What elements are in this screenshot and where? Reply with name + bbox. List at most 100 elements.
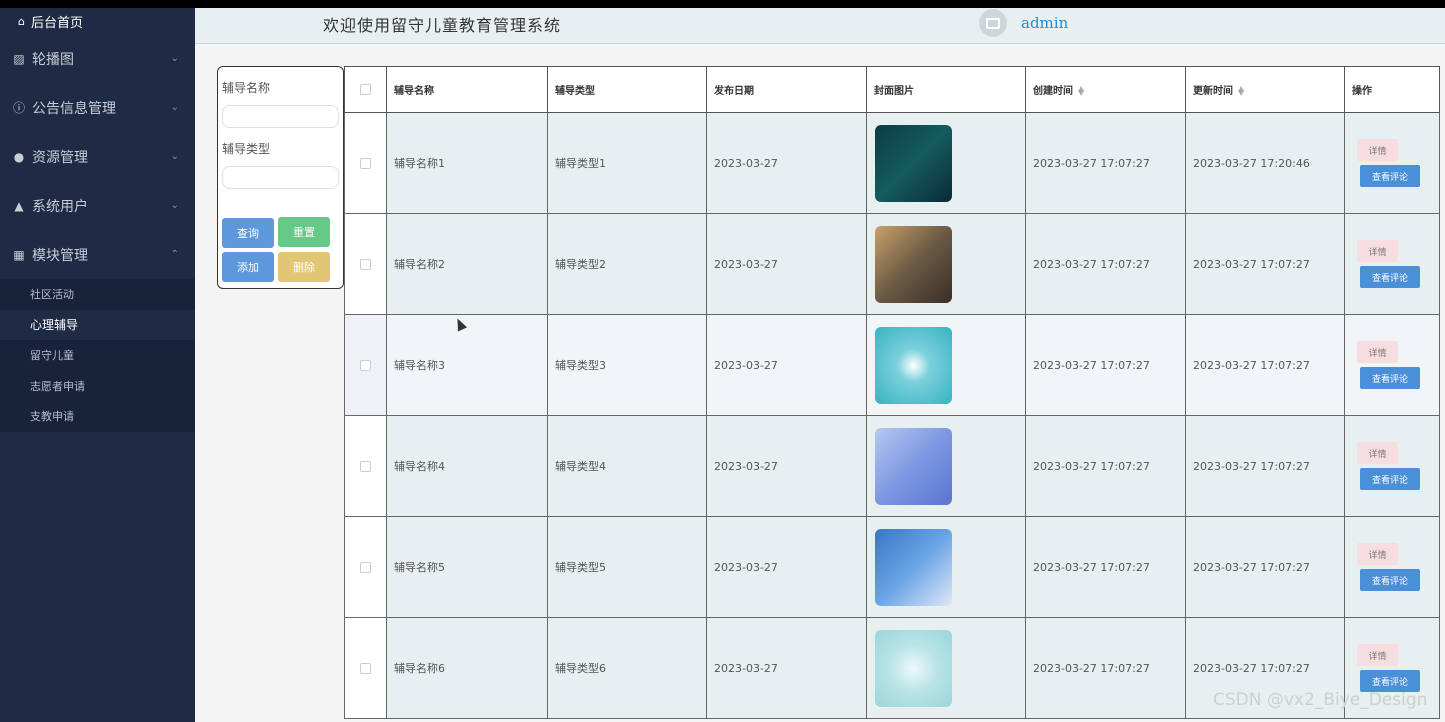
cell-name: 辅导名称5 (386, 516, 548, 618)
cover-image[interactable] (875, 629, 952, 707)
cover-image[interactable] (875, 124, 952, 202)
reset-button[interactable]: 重置 (278, 217, 330, 247)
detail-button[interactable]: 详情 (1357, 543, 1398, 565)
cell-type: 辅导类型4 (547, 415, 707, 517)
sidebar-item-children[interactable]: 留守儿童 (0, 340, 195, 371)
cover-image[interactable] (875, 427, 952, 505)
cell-ops: 详情 查看评论 (1344, 213, 1440, 315)
cover-image[interactable] (875, 528, 952, 606)
view-comments-button[interactable]: 查看评论 (1360, 468, 1420, 490)
cell-ops: 详情 查看评论 (1344, 516, 1440, 618)
row-select-cell (344, 213, 387, 315)
sort-icon[interactable]: ▲ ▼ (1238, 85, 1244, 97)
chevron-down-icon: ⌄ (170, 53, 179, 64)
cell-image (866, 314, 1026, 416)
row-checkbox[interactable] (360, 360, 371, 371)
table-row: 辅导名称4 辅导类型4 2023-03-27 2023-03-27 17:07:27 2… (344, 415, 1440, 517)
cell-updated: 2023-03-27 17:07:27 (1185, 516, 1345, 618)
cell-date: 2023-03-27 (706, 112, 867, 214)
type-filter-input[interactable] (222, 166, 339, 189)
cell-updated: 2023-03-27 17:07:27 (1185, 415, 1345, 517)
cell-created: 2023-03-27 17:07:27 (1025, 516, 1186, 618)
cell-date: 2023-03-27 (706, 516, 867, 618)
cell-created: 2023-03-27 17:07:27 (1025, 213, 1186, 315)
view-comments-button[interactable]: 查看评论 (1360, 569, 1420, 591)
cell-image (866, 617, 1026, 719)
cell-ops: 详情 查看评论 (1344, 112, 1440, 214)
grid-icon: ▦ (13, 247, 25, 262)
username[interactable]: admin (1021, 14, 1068, 32)
name-filter-label: 辅导名称 (222, 81, 271, 95)
sidebar-menu-notice[interactable]: ⓘ 公告信息管理 ⌄ (0, 83, 195, 132)
sidebar-menu-label: 公告信息管理 (32, 100, 116, 117)
sidebar-menu-resource[interactable]: ● 资源管理 ⌄ (0, 132, 195, 181)
name-filter-input[interactable] (222, 105, 339, 128)
cell-date: 2023-03-27 (706, 617, 867, 719)
view-comments-button[interactable]: 查看评论 (1360, 266, 1420, 288)
view-comments-button[interactable]: 查看评论 (1360, 367, 1420, 389)
sidebar-item-volunteer[interactable]: 志愿者申请 (0, 371, 195, 402)
avatar[interactable] (979, 9, 1007, 37)
row-checkbox[interactable] (360, 663, 371, 674)
cell-type: 辅导类型3 (547, 314, 707, 416)
cell-name: 辅导名称2 (386, 213, 548, 315)
col-header-updated[interactable]: 更新时间 ▲ ▼ (1185, 66, 1345, 113)
detail-button[interactable]: 详情 (1357, 644, 1398, 666)
data-table: 辅导名称 辅导类型 发布日期 封面图片 创建时间 ▲ ▼ 更新时间 ▲ ▼ 操作 辅导名… (344, 66, 1440, 719)
cell-updated: 2023-03-27 17:07:27 (1185, 213, 1345, 315)
sidebar-menu-label: 轮播图 (32, 51, 74, 68)
row-select-cell (344, 516, 387, 618)
chevron-down-icon: ⌄ (170, 102, 179, 113)
view-comments-button[interactable]: 查看评论 (1360, 670, 1420, 692)
col-header-created[interactable]: 创建时间 ▲ ▼ (1025, 66, 1186, 113)
sort-icon[interactable]: ▲ ▼ (1078, 85, 1084, 97)
cell-created: 2023-03-27 17:07:27 (1025, 314, 1186, 416)
sidebar-item-counseling[interactable]: 心理辅导 (0, 309, 195, 340)
cell-ops: 详情 查看评论 (1344, 415, 1440, 517)
sidebar-menu-users[interactable]: ▲ 系统用户 ⌄ (0, 181, 195, 230)
cell-image (866, 415, 1026, 517)
table-row: 辅导名称2 辅导类型2 2023-03-27 2023-03-27 17:07:27 2… (344, 213, 1440, 315)
cell-image (866, 112, 1026, 214)
page-title: 欢迎使用留守儿童教育管理系统 (323, 16, 562, 35)
cover-image[interactable] (875, 225, 952, 303)
sidebar-item-teaching[interactable]: 支教申请 (0, 401, 195, 432)
cell-image (866, 516, 1026, 618)
row-checkbox[interactable] (360, 562, 371, 573)
delete-button[interactable]: 删除 (278, 252, 330, 282)
sidebar-home[interactable]: ⌂ 后台首页 (0, 8, 195, 34)
row-checkbox[interactable] (360, 158, 371, 169)
sidebar-menu-carousel[interactable]: ▨ 轮播图 ⌄ (0, 34, 195, 83)
col-header-ops: 操作 (1344, 66, 1440, 113)
cell-name: 辅导名称1 (386, 112, 548, 214)
cell-type: 辅导类型5 (547, 516, 707, 618)
chevron-down-icon: ⌄ (170, 151, 179, 162)
sidebar-item-community[interactable]: 社区活动 (0, 279, 195, 310)
detail-button[interactable]: 详情 (1357, 139, 1398, 161)
location-pin-icon: ● (13, 149, 25, 164)
main-content: 辅导名称 辅导类型 查询 重置 添加 删除 辅导名称 辅导类型 发布日期 封面图… (201, 45, 1445, 722)
query-button[interactable]: 查询 (222, 218, 274, 248)
col-header-image: 封面图片 (866, 66, 1026, 113)
add-button[interactable]: 添加 (222, 252, 274, 282)
cell-type: 辅导类型2 (547, 213, 707, 315)
detail-button[interactable]: 详情 (1357, 442, 1398, 464)
row-checkbox[interactable] (360, 259, 371, 270)
select-all-checkbox[interactable] (360, 83, 371, 95)
row-select-cell (344, 415, 387, 517)
detail-button[interactable]: 详情 (1357, 240, 1398, 262)
cell-name: 辅导名称3 (386, 314, 548, 416)
cell-updated: 2023-03-27 17:20:46 (1185, 112, 1345, 214)
row-select-cell (344, 112, 387, 214)
col-header-name: 辅导名称 (386, 66, 548, 113)
cell-name: 辅导名称6 (386, 617, 548, 719)
col-header-updated-label: 更新时间 (1193, 86, 1233, 97)
sidebar-menu-label: 资源管理 (32, 149, 88, 166)
cover-image[interactable] (875, 326, 952, 404)
detail-button[interactable]: 详情 (1357, 341, 1398, 363)
sidebar-menu-modules[interactable]: ▦ 模块管理 ⌃ (0, 230, 195, 279)
view-comments-button[interactable]: 查看评论 (1360, 165, 1420, 187)
user-icon: ▲ (14, 198, 24, 213)
table-row: 辅导名称3 辅导类型3 2023-03-27 2023-03-27 17:07:27 2… (344, 314, 1440, 416)
row-checkbox[interactable] (360, 461, 371, 472)
